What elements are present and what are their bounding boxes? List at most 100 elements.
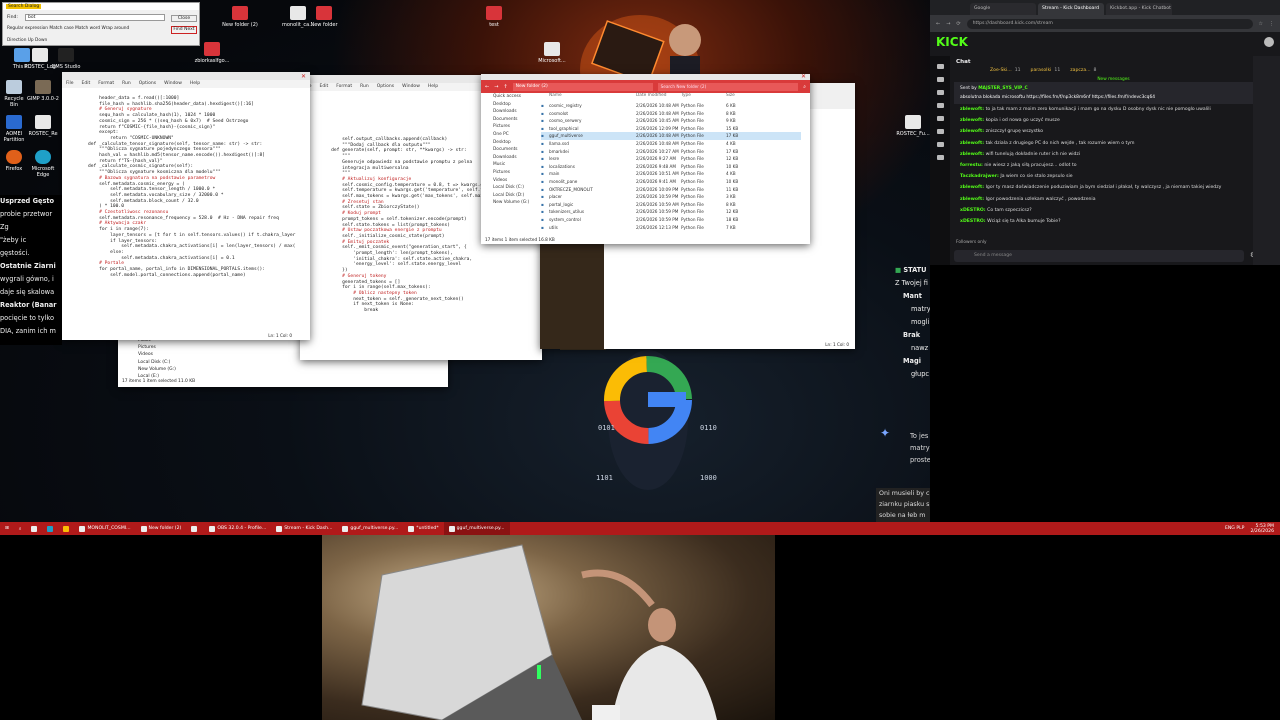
- explorer-taskbar-icon[interactable]: [26, 522, 42, 535]
- col-size[interactable]: Size: [726, 93, 756, 101]
- menu-item-edit[interactable]: Edit: [320, 84, 329, 90]
- nav-item[interactable]: New Volume (G:): [493, 199, 539, 207]
- forward-arrow-icon[interactable]: →: [494, 84, 498, 90]
- nav-item[interactable]: Pictures: [138, 344, 176, 351]
- desktop-icon-new-folder[interactable]: New folder: [302, 6, 346, 28]
- file-list[interactable]: ▪ cosmic_registry 2/26/2026 10:48 AM Python…: [541, 102, 801, 231]
- file-row[interactable]: ▪ cosmic_registry 2/26/2026 10:48 AM Python…: [541, 102, 801, 110]
- taskbar-item[interactable]: OBS 32.0.4 - Profile...: [204, 522, 271, 535]
- pinned-author[interactable]: MAJSTER_SYS_VIP_C: [978, 86, 1028, 91]
- nav-item[interactable]: Music: [493, 161, 539, 169]
- editor1-titlebar[interactable]: ✕: [62, 72, 310, 80]
- find-direction[interactable]: Direction Up Down: [7, 38, 47, 43]
- menu-item-run[interactable]: Run: [360, 84, 369, 90]
- file-row[interactable]: ▪ monolit_pane 2/26/2026 9:41 AM Python Fil…: [541, 178, 801, 186]
- up-arrow-icon[interactable]: ↑: [503, 84, 507, 90]
- menu-item-window[interactable]: Window: [164, 81, 182, 87]
- menu-item-run[interactable]: Run: [122, 81, 131, 87]
- desktop-icon-dms-studio[interactable]: DMS Studio: [46, 48, 86, 70]
- chat-username[interactable]: xDESTRO:: [960, 219, 986, 224]
- file-row[interactable]: ▪ OKTRECZE_MONOLIT 2/26/2026 10:09 PM Pytho…: [541, 186, 801, 194]
- supporter-badge[interactable]: zapcza... 8: [1070, 68, 1096, 77]
- file-row[interactable]: ▪ lesre 2/26/2026 9:27 AM Python File 12 KB: [541, 155, 801, 163]
- nav-item[interactable]: Documents: [493, 146, 539, 154]
- url-input[interactable]: https://dashboard.kick.com/stream: [966, 18, 1253, 29]
- nav-item[interactable]: Local Disk (D:): [493, 192, 539, 200]
- chat-username[interactable]: zblewoft:: [960, 107, 984, 112]
- file-row[interactable]: ▪ utils 2/26/2026 12:13 PM Python File 7 KB: [541, 224, 801, 232]
- nav-item[interactable]: One PC: [493, 131, 539, 139]
- nav-item[interactable]: Videos: [138, 351, 176, 358]
- tool-icon[interactable]: [936, 142, 944, 147]
- chat-username[interactable]: Taczkadrajwer:: [960, 174, 999, 179]
- desktop-icon-rostec-fu[interactable]: ROSTEC_Fu...: [896, 115, 930, 137]
- edge-taskbar-icon[interactable]: [42, 522, 58, 535]
- chat-username[interactable]: zblewoft:: [960, 152, 984, 157]
- desktop-icon-aomei[interactable]: AOMEI Partition: [0, 115, 28, 143]
- explorer-nav-pane[interactable]: Quick access Desktop Downloads Documents Pic…: [481, 93, 539, 235]
- menu-item-options[interactable]: Options: [139, 81, 156, 87]
- tab-google[interactable]: Google: [970, 3, 1036, 15]
- clock-date[interactable]: 2/26/2026: [1250, 529, 1274, 534]
- nav-item[interactable]: Videos: [493, 177, 539, 185]
- desktop-icon-recycle-bin[interactable]: Recycle Bin: [0, 80, 28, 108]
- editor2-code[interactable]: self.output_callbacks.append(callback) "…: [320, 137, 494, 314]
- menu-item-format[interactable]: Format: [98, 81, 114, 87]
- taskbar-item[interactable]: New folder (2): [136, 522, 187, 535]
- file-row[interactable]: ▪ bmarkdei 2/26/2026 10:27 AM Python File 17…: [541, 148, 801, 156]
- menu-item-help[interactable]: Help: [428, 84, 438, 90]
- forward-arrow-icon[interactable]: →: [946, 21, 950, 27]
- desktop-icon-microsoft[interactable]: Microsoft...: [530, 42, 574, 64]
- tray-lang[interactable]: ENG PLP: [1225, 526, 1244, 531]
- nav-item[interactable]: Quick access: [493, 93, 539, 101]
- nav-item[interactable]: Desktop: [493, 139, 539, 147]
- menu-item-help[interactable]: Help: [190, 81, 200, 87]
- chat-username[interactable]: zblewoft:: [960, 185, 984, 190]
- explorer-address[interactable]: New folder (2): [512, 82, 653, 91]
- chat-username[interactable]: zblewoft:: [960, 141, 984, 146]
- col-type[interactable]: Type: [681, 93, 726, 101]
- menu-icon[interactable]: [936, 155, 944, 160]
- close-icon[interactable]: ✕: [801, 74, 806, 80]
- back-arrow-icon[interactable]: ←: [485, 84, 489, 90]
- user-icon[interactable]: [936, 116, 944, 121]
- desktop-icon-rostec-re[interactable]: ROSTEC_Re: [26, 115, 60, 137]
- file-row[interactable]: ▪ cosmo_serwery 2/26/2026 10:45 AM Python F…: [541, 117, 801, 125]
- explorer-search[interactable]: Search New folder (2): [657, 82, 799, 91]
- find-options[interactable]: Regular expression Match case Match word…: [7, 26, 129, 31]
- desktop-icon-edge[interactable]: Microsoft Edge: [26, 150, 60, 178]
- menu-item-options[interactable]: Options: [377, 84, 394, 90]
- nav-item[interactable]: Local Disk (C:): [493, 184, 539, 192]
- taskbar-item[interactable]: *untitled*: [403, 522, 443, 535]
- file-row[interactable]: ▪ tokenizers_utilus 2/26/2026 10:59 PM Pyth…: [541, 208, 801, 216]
- col-name[interactable]: Name: [541, 93, 636, 101]
- menu-dots-icon[interactable]: ⋮: [1269, 21, 1274, 27]
- menu-item-edit[interactable]: Edit: [82, 81, 91, 87]
- nav-item[interactable]: Pictures: [493, 169, 539, 177]
- col-date[interactable]: Date modified: [636, 93, 681, 101]
- nav-item[interactable]: Desktop: [493, 101, 539, 109]
- nav-item[interactable]: Downloads: [493, 154, 539, 162]
- taskbar-item[interactable]: Stream - Kick Dash...: [271, 522, 337, 535]
- find-next-button[interactable]: Find Next: [171, 26, 197, 34]
- menu-item-format[interactable]: Format: [336, 84, 352, 90]
- kick-logo[interactable]: KICK: [936, 35, 968, 49]
- chat-username[interactable]: zblewoft:: [960, 197, 984, 202]
- search-icon[interactable]: ⌕: [14, 522, 27, 535]
- editor1-menubar[interactable]: File Edit Format Run Options Window Help: [62, 80, 310, 88]
- back-arrow-icon[interactable]: ←: [936, 21, 940, 27]
- file-row[interactable]: ▪ main 2/26/2026 10:51 AM Python File 4 KB: [541, 170, 801, 178]
- tab-kick-dashboard[interactable]: Stream - Kick Dashboard: [1038, 3, 1104, 15]
- file-row[interactable]: ▪ gguf_multiverse 2/26/2026 10:48 AM Python…: [541, 132, 801, 140]
- desktop-icon-new-folder-2[interactable]: New folder (2): [218, 6, 262, 28]
- home-icon[interactable]: [936, 64, 944, 69]
- nav-item[interactable]: Pictures: [493, 123, 539, 131]
- chat-icon[interactable]: [936, 77, 944, 82]
- taskbar-item[interactable]: MONOLIT_COSMI...: [74, 522, 135, 535]
- mod-icon[interactable]: [936, 103, 944, 108]
- avatar[interactable]: [1264, 37, 1274, 47]
- nav-item[interactable]: Documents: [493, 116, 539, 124]
- nav-item[interactable]: Downloads: [493, 108, 539, 116]
- file-row[interactable]: ▪ placer 2/26/2026 10:59 PM Python File 3 KB: [541, 193, 801, 201]
- file-row[interactable]: ▪ localizations 2/26/2026 9:48 AM Python Fi…: [541, 163, 801, 171]
